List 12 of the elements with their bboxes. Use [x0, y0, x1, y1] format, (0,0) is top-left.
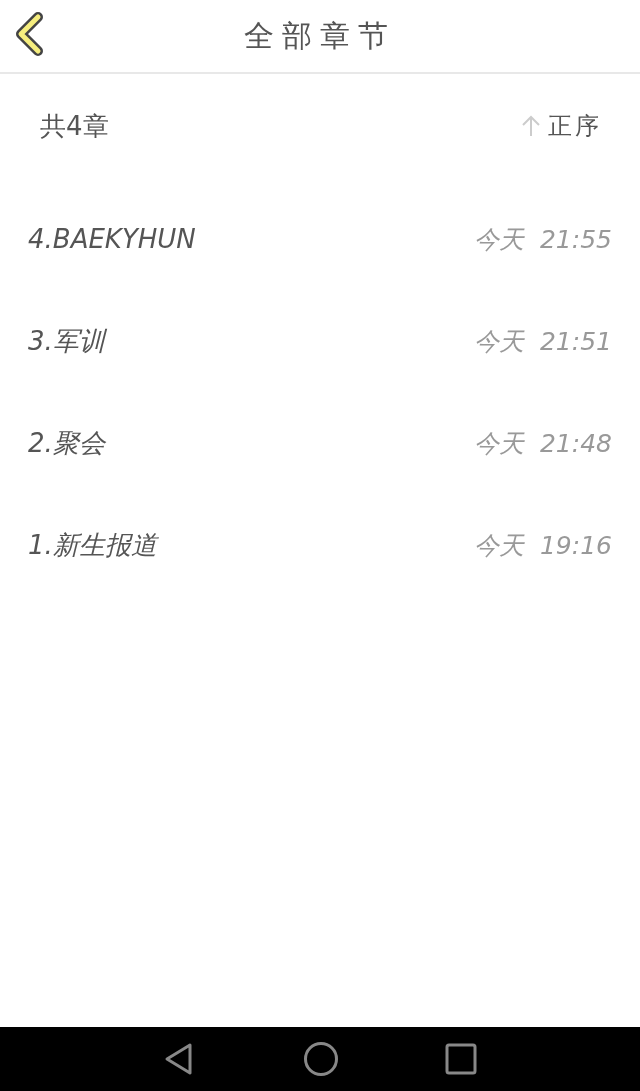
page-title: 全部章节	[244, 16, 396, 55]
arrow-up-icon	[520, 114, 542, 138]
chapter-item[interactable]: 3.军训 今天 21:51	[0, 290, 640, 392]
back-button[interactable]	[14, 12, 44, 56]
chapter-count: 共4章	[40, 109, 109, 143]
chapter-item[interactable]: 2.聚会 今天 21:48	[0, 392, 640, 494]
chevron-left-icon	[14, 12, 44, 56]
chapter-item[interactable]: 4.BAEKYHUN 今天 21:55	[0, 188, 640, 290]
sort-button[interactable]: 正序	[520, 110, 602, 142]
recents-icon[interactable]	[445, 1043, 477, 1075]
chapter-item[interactable]: 1.新生报道 今天 19:16	[0, 494, 640, 596]
home-icon[interactable]	[303, 1041, 339, 1077]
